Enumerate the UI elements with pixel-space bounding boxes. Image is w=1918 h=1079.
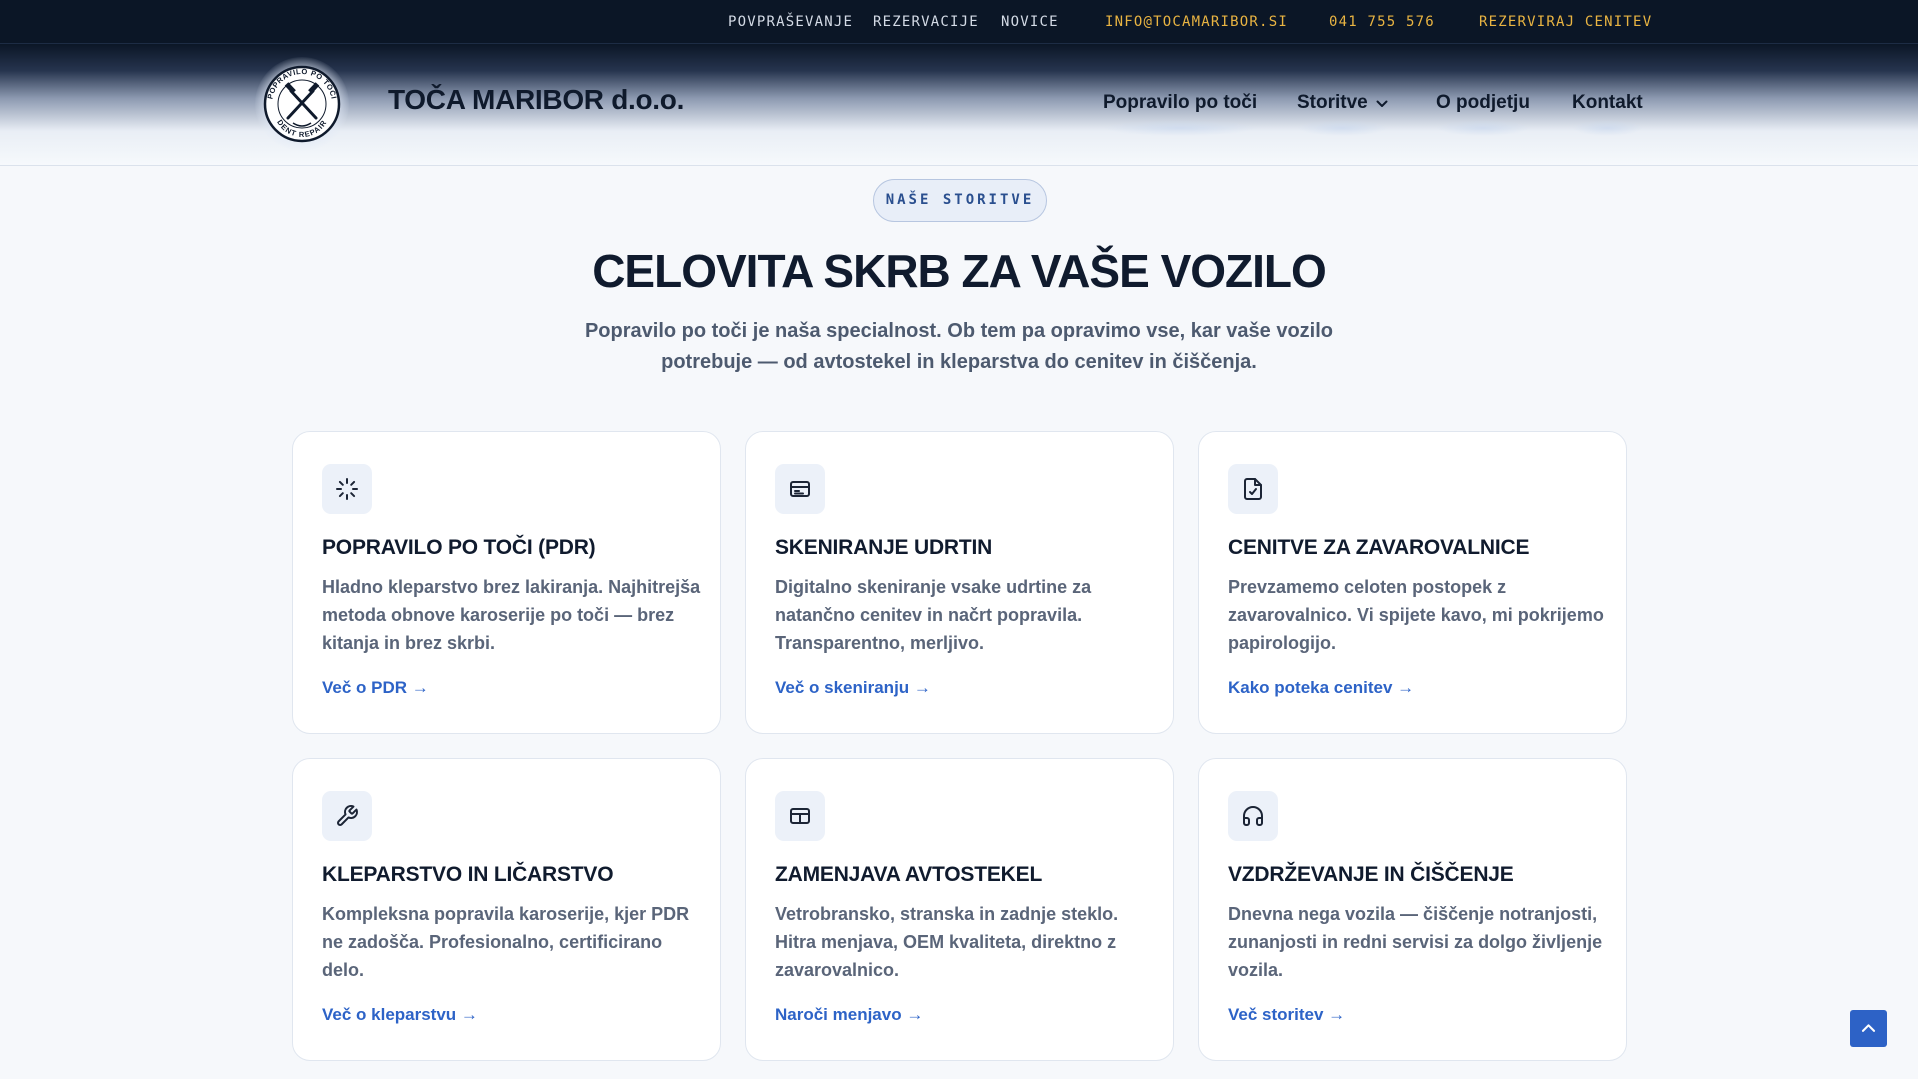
topbar-link-rezervacije[interactable]: REZERVACIJE (873, 0, 979, 44)
card-title: VZDRŽEVANJE IN ČIŠČENJE (1228, 863, 1514, 886)
wrench-icon (322, 791, 372, 841)
card-description: Dnevna nega vozila — čiščenje notranjost… (1228, 904, 1603, 980)
card-description: Kompleksna popravila karoserije, kjer PD… (322, 904, 690, 980)
back-to-top-button[interactable] (1850, 1010, 1887, 1047)
nav-kontakt[interactable]: Kontakt (1572, 92, 1643, 136)
service-card-skeniranje: SKENIRANJE UDRTIN Digitalno skeniranje v… (745, 431, 1174, 734)
card-title: POPRAVILO PO TOČI (PDR) (322, 536, 596, 559)
nav-o-podjetju[interactable]: O podjetju (1436, 92, 1530, 136)
topbar-phone-link[interactable]: 041 755 576 (1329, 0, 1435, 44)
topbar-email-link[interactable]: INFO@TOCAMARIBOR.SI (1105, 0, 1288, 44)
card-description: Digitalno skeniranje vsake udrtine za na… (775, 577, 1092, 653)
card-link-skeniranje[interactable]: Več o skeniranju → (775, 678, 931, 698)
nav-popravilo-po-toci[interactable]: Popravilo po toči (1103, 92, 1258, 136)
loader-icon (322, 464, 372, 514)
nav-label: Storitve (1297, 92, 1368, 114)
service-card-pdr: POPRAVILO PO TOČI (PDR) Hladno kleparstv… (292, 431, 721, 734)
brand-name[interactable]: TOČA MARIBOR d.o.o. (388, 84, 684, 116)
section-lead: Popravilo po toči je naša specialnost. O… (584, 320, 1334, 373)
nav-label: Kontakt (1572, 92, 1643, 113)
chevron-down-icon (1376, 92, 1388, 114)
scanner-card-icon (775, 464, 825, 514)
service-card-avtostekla: ZAMENJAVA AVTOSTEKEL Vetrobransko, stran… (745, 758, 1174, 1061)
card-title: CENITVE ZA ZAVAROVALNICE (1228, 536, 1530, 559)
card-link-kleparstvo[interactable]: Več o kleparstvu → (322, 1005, 478, 1025)
nav-storitve[interactable]: Storitve (1297, 92, 1388, 137)
card-title: KLEPARSTVO IN LIČARSTVO (322, 863, 614, 886)
card-description: Hladno kleparstvo brez lakiranja. Najhit… (322, 577, 701, 653)
card-link-cenitve[interactable]: Kako poteka cenitev → (1228, 678, 1414, 698)
headphones-icon (1228, 791, 1278, 841)
card-description: Prevzamemo celoten postopek z zavarovaln… (1228, 577, 1604, 653)
chevron-up-icon (1861, 1024, 1876, 1032)
card-link-vzdrzevanje[interactable]: Več storitev → (1228, 1005, 1345, 1025)
topbar-cta-rezerviraj[interactable]: REZERVIRAJ CENITEV (1479, 0, 1652, 44)
service-card-cenitve: CENITVE ZA ZAVAROVALNICE Prevzamemo celo… (1198, 431, 1627, 734)
file-check-icon (1228, 464, 1278, 514)
top-utility-bar: POVPRAŠEVANJE REZERVACIJE NOVICE INFO@TO… (0, 0, 1918, 44)
service-card-vzdrzevanje: VZDRŽEVANJE IN ČIŠČENJE Dnevna nega vozi… (1198, 758, 1627, 1061)
nav-label: Popravilo po toči (1103, 92, 1258, 113)
card-description: Vetrobransko, stranska in zadnje steklo.… (775, 904, 1119, 980)
logo-emblem-icon: POPRAVILO PO TOČI DENT REPAIR (263, 65, 341, 143)
topbar-link-povprasevanje[interactable]: POVPRAŠEVANJE (728, 0, 853, 44)
card-link-pdr[interactable]: Več o PDR → (322, 678, 429, 698)
site-header: POPRAVILO PO TOČI DENT REPAIR TOČA MARIB… (0, 44, 1918, 166)
section-eyebrow-badge: NAŠE STORITVE (873, 179, 1047, 222)
card-title: ZAMENJAVA AVTOSTEKEL (775, 863, 1043, 886)
nav-label: O podjetju (1436, 92, 1530, 113)
service-card-kleparstvo: KLEPARSTVO IN LIČARSTVO Kompleksna popra… (292, 758, 721, 1061)
window-pane-icon (775, 791, 825, 841)
section-title: CELOVITA SKRB ZA VAŠE VOZILO (592, 245, 1327, 297)
logo[interactable]: POPRAVILO PO TOČI DENT REPAIR (255, 57, 349, 151)
topbar-link-novice[interactable]: NOVICE (1001, 0, 1059, 44)
card-link-avtostekla[interactable]: Naroči menjavo → (775, 1005, 923, 1025)
card-title: SKENIRANJE UDRTIN (775, 536, 993, 559)
